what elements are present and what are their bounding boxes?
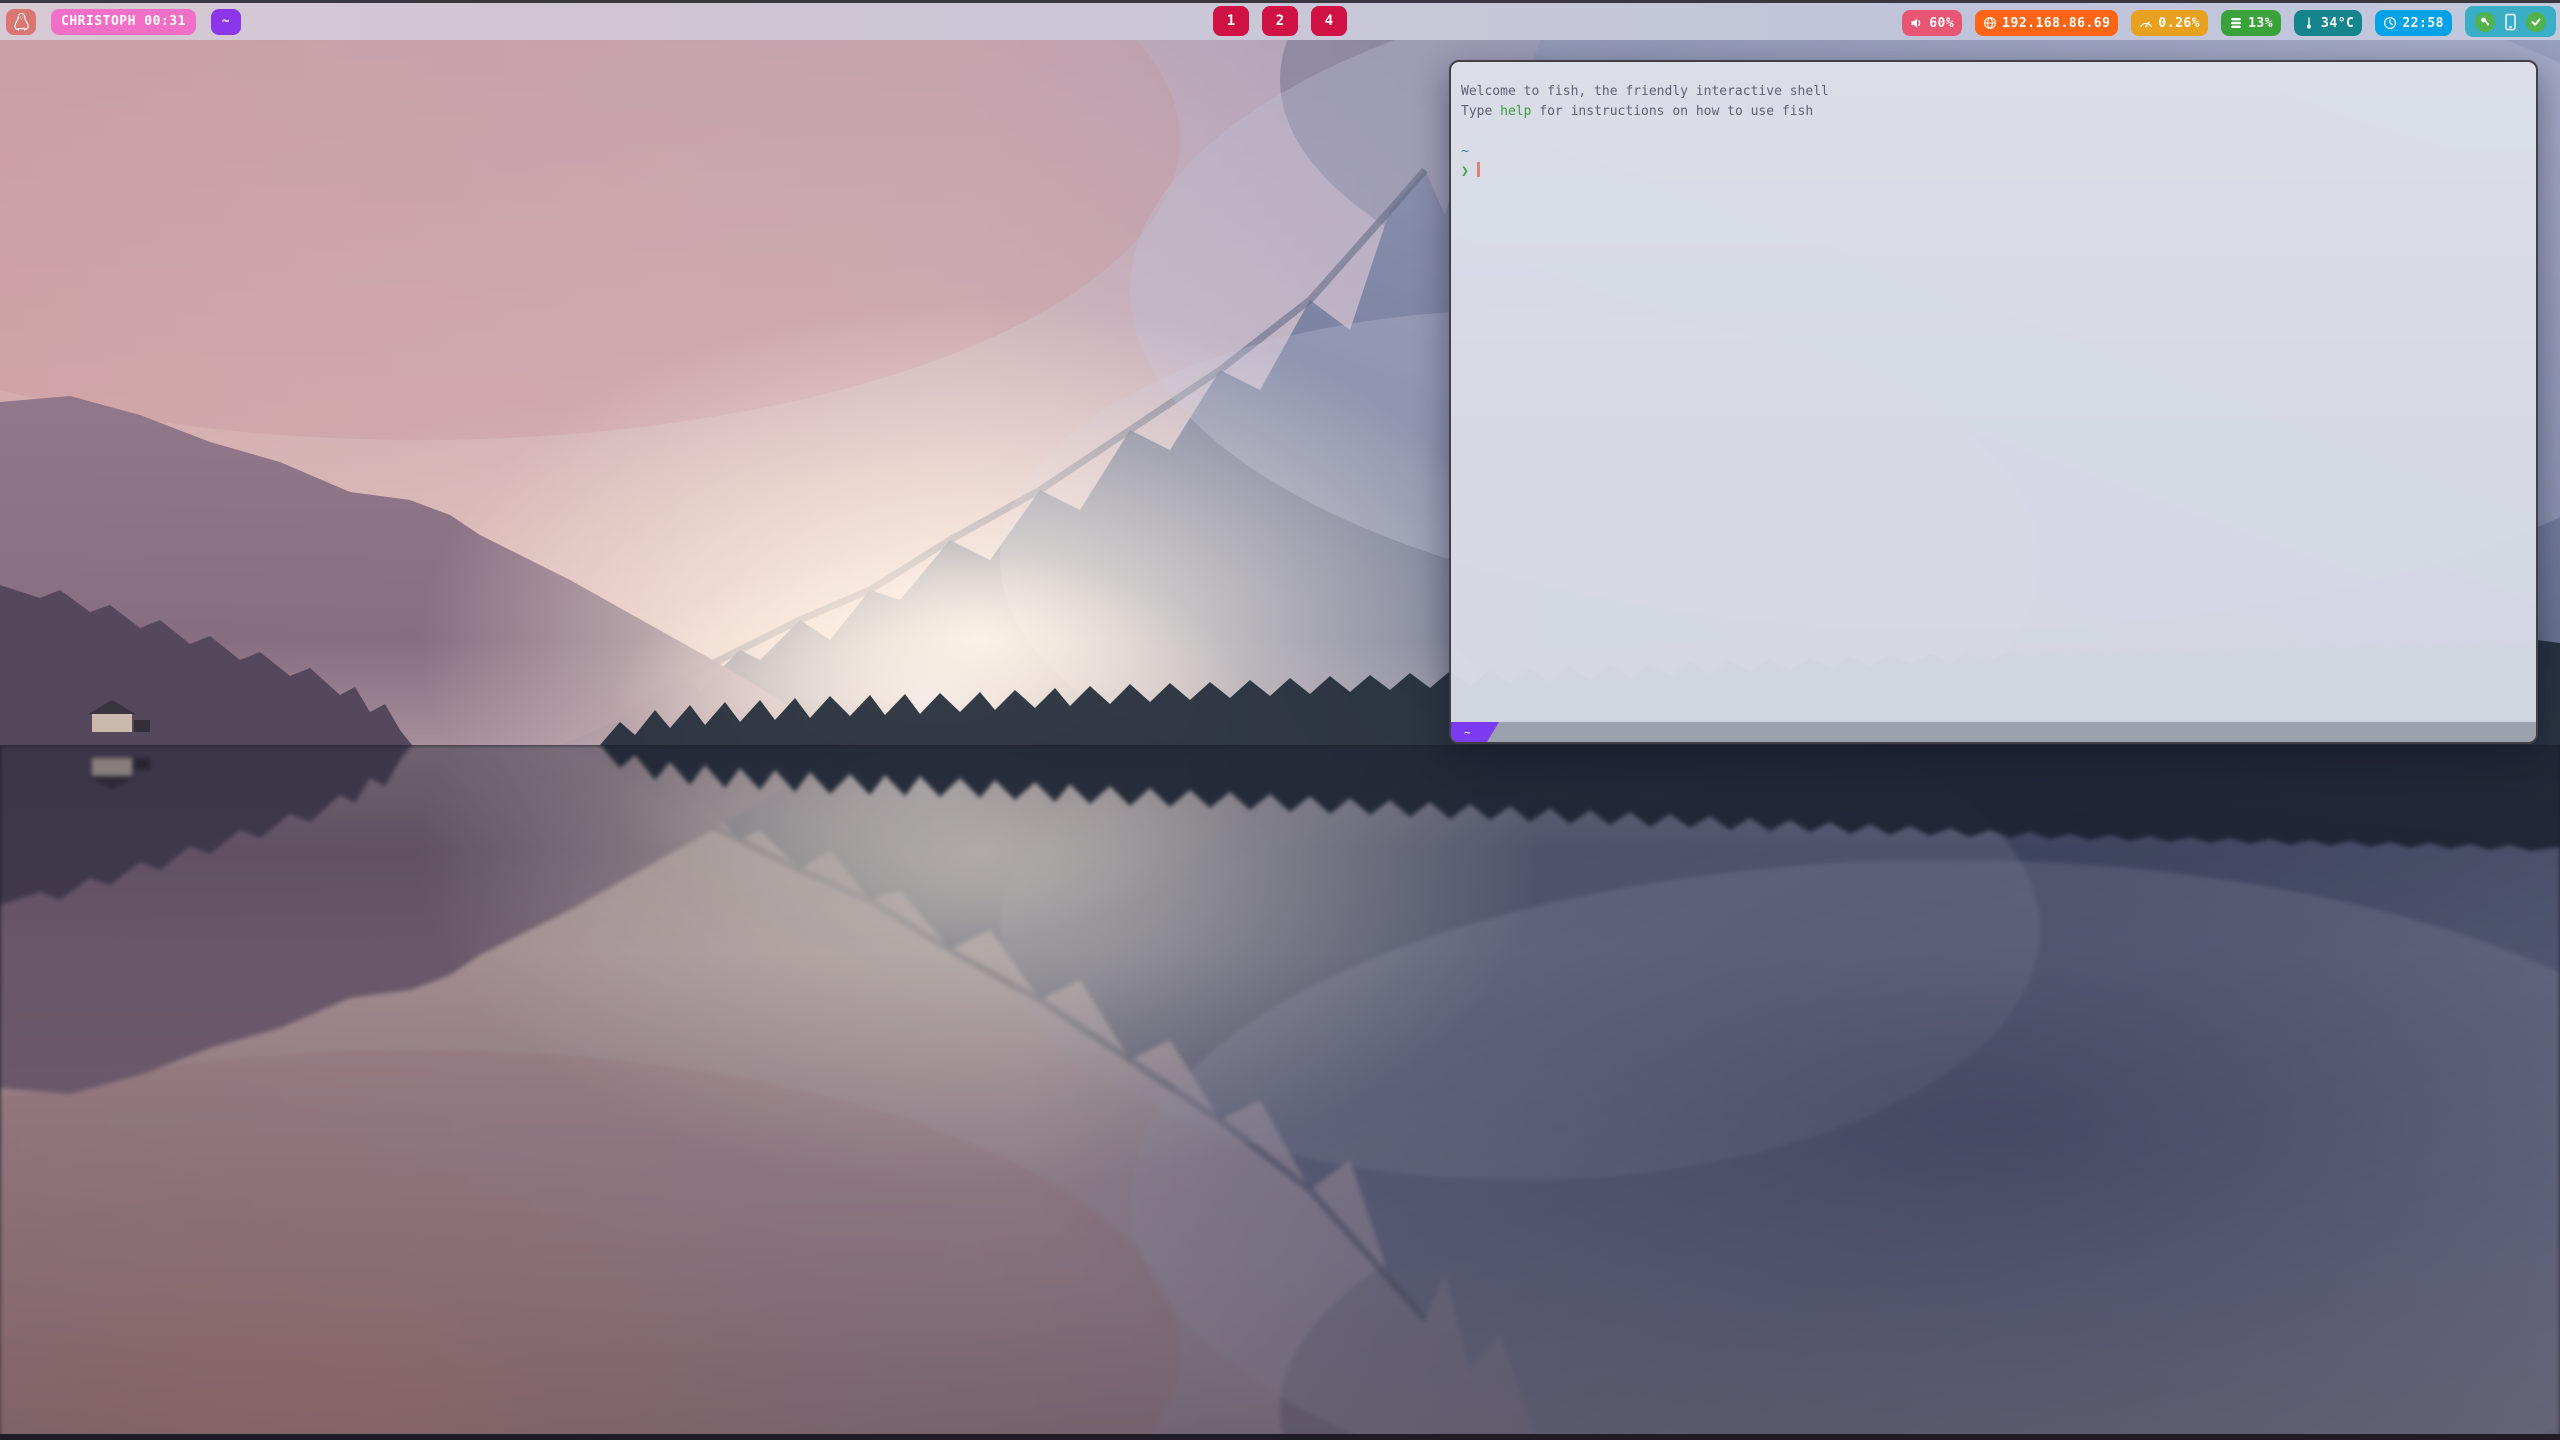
key-icon[interactable] xyxy=(2475,12,2495,32)
lake-reflection xyxy=(0,745,2560,1434)
desktop: CHRISTOPH 00:31 ~ 1 2 4 xyxy=(0,0,2560,1440)
terminal-statusbar: ~ xyxy=(1451,722,2536,742)
volume-value: 60% xyxy=(1929,16,1954,31)
user-session-pill[interactable]: CHRISTOPH 00:31 xyxy=(51,9,196,35)
directory-label: ~ xyxy=(222,14,230,29)
memory-module[interactable]: 13% xyxy=(2221,10,2281,36)
check-icon[interactable] xyxy=(2526,12,2546,32)
gauge-icon xyxy=(2139,16,2153,30)
status-bar: CHRISTOPH 00:31 ~ 1 2 4 xyxy=(0,0,2560,40)
bar-left-modules: CHRISTOPH 00:31 ~ xyxy=(6,9,241,35)
network-value: 192.168.86.69 xyxy=(2002,16,2110,31)
workspace-label: 2 xyxy=(1276,13,1284,29)
user-session-label: CHRISTOPH 00:31 xyxy=(61,14,186,29)
system-tray xyxy=(2465,6,2556,37)
bar-right-modules: 60% 192.168.86.69 0.26% xyxy=(1902,3,2556,43)
workspace-label: 4 xyxy=(1325,13,1333,29)
fish-greeting-line-2: Type help for instructions on how to use… xyxy=(1461,102,2526,122)
clock-icon xyxy=(2383,16,2397,30)
memory-value: 13% xyxy=(2248,16,2273,31)
phone-icon[interactable] xyxy=(2504,13,2517,31)
launcher-button[interactable] xyxy=(6,9,36,35)
workspace-button-1[interactable]: 1 xyxy=(1213,6,1249,36)
thermometer-icon xyxy=(2302,16,2316,30)
terminal-tab-label: ~ xyxy=(1464,726,1471,739)
prompt-path: ~ xyxy=(1461,142,2526,162)
workspace-label: 1 xyxy=(1227,13,1235,29)
temperature-module[interactable]: 34°C xyxy=(2294,10,2362,36)
water-tint-overlay xyxy=(0,745,2560,1434)
workspace-button-2[interactable]: 2 xyxy=(1262,6,1298,36)
screen-bottom-edge xyxy=(0,1434,2560,1440)
cpu-load-value: 0.26% xyxy=(2158,16,2200,31)
clock-module[interactable]: 22:58 xyxy=(2375,10,2452,36)
clock-value: 22:58 xyxy=(2402,16,2444,31)
fish-greeting-line-1: Welcome to fish, the friendly interactiv… xyxy=(1461,82,2526,102)
temperature-value: 34°C xyxy=(2321,16,2354,31)
terminal-window[interactable]: Welcome to fish, the friendly interactiv… xyxy=(1449,60,2538,744)
workspace-button-4[interactable]: 4 xyxy=(1311,6,1347,36)
volume-module[interactable]: 60% xyxy=(1902,10,1962,36)
prompt-chevron: ❯ xyxy=(1461,164,1469,179)
directory-pill[interactable]: ~ xyxy=(211,9,241,35)
speaker-icon xyxy=(1910,16,1924,30)
greeting-text: for instructions on how to use fish xyxy=(1531,104,1813,119)
tux-penguin-icon xyxy=(13,12,30,31)
memory-icon xyxy=(2229,16,2243,30)
greeting-text: Type xyxy=(1461,104,1500,119)
terminal-content[interactable]: Welcome to fish, the friendly interactiv… xyxy=(1451,62,2536,722)
globe-icon xyxy=(1983,16,1997,30)
network-module[interactable]: 192.168.86.69 xyxy=(1975,10,2118,36)
prompt-line: ❯ xyxy=(1461,162,2526,182)
text-cursor xyxy=(1477,162,1480,177)
help-keyword: help xyxy=(1500,104,1531,119)
terminal-tab[interactable]: ~ xyxy=(1451,722,1499,742)
cpu-load-module[interactable]: 0.26% xyxy=(2131,10,2208,36)
workspace-switcher: 1 2 4 xyxy=(1213,6,1347,36)
